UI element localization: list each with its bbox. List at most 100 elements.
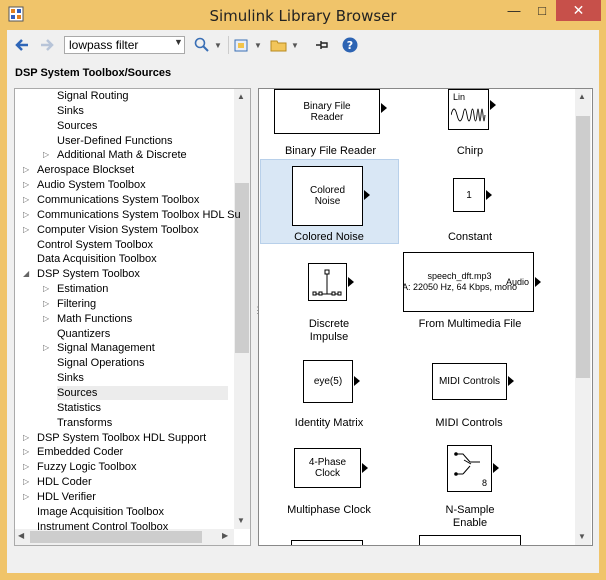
discrete-impulse-face xyxy=(308,263,347,301)
tree-item[interactable]: Sources xyxy=(57,386,229,400)
tree-item[interactable]: HDL Verifier xyxy=(37,490,96,504)
multiphase-clock-face-text: 4-Phase Clock xyxy=(308,457,347,479)
expand-triangle-icon[interactable]: ▷ xyxy=(23,492,29,501)
tree-item[interactable]: Embedded Coder xyxy=(37,445,123,459)
title-bar[interactable]: Simulink Library Browser — □ ✕ xyxy=(0,0,606,30)
search-options-chevron-icon[interactable]: ▼ xyxy=(213,36,223,54)
tree-vertical-scrollbar[interactable]: ▲ ▼ xyxy=(234,89,250,529)
colored-noise-label: Colored Noise xyxy=(294,231,364,243)
expand-triangle-icon[interactable]: ▷ xyxy=(23,225,29,234)
tree-item[interactable]: Communications System Toolbox xyxy=(37,193,199,207)
back-arrow-icon[interactable] xyxy=(13,36,31,54)
tree-item[interactable]: Quantizers xyxy=(57,327,110,341)
tree-item[interactable]: Aerospace Blockset xyxy=(37,163,134,177)
pin-icon[interactable] xyxy=(313,36,331,54)
scroll-down-icon[interactable]: ▼ xyxy=(237,516,245,525)
forward-arrow-icon[interactable] xyxy=(38,36,56,54)
search-magnifier-icon[interactable] xyxy=(193,36,211,54)
tree-item[interactable]: Data Acquisition Toolbox xyxy=(37,252,157,266)
chirp-waveform-icon xyxy=(451,108,486,122)
scroll-left-icon[interactable]: ◀ xyxy=(18,531,24,540)
output-port-icon xyxy=(348,277,354,287)
search-input[interactable]: lowpass filter xyxy=(64,36,185,54)
tree-item[interactable]: Signal Management xyxy=(57,341,155,355)
search-dropdown-chevron-icon[interactable]: ▼ xyxy=(174,37,183,47)
identity-matrix-label: Identity Matrix xyxy=(294,417,364,429)
tree-item[interactable]: Additional Math & Discrete xyxy=(57,148,187,162)
tree-item[interactable]: Sinks xyxy=(57,371,84,385)
blocks-scroll-thumb[interactable] xyxy=(576,116,590,378)
output-port-icon xyxy=(486,190,492,200)
expand-triangle-icon[interactable]: ▷ xyxy=(23,180,29,189)
discrete-impulse-label: Discrete Impulse xyxy=(308,318,350,343)
close-button[interactable]: ✕ xyxy=(556,0,601,21)
new-model-icon[interactable] xyxy=(233,36,251,54)
binary-file-reader-face-text: Binary File Reader xyxy=(303,100,351,123)
scroll-right-icon[interactable]: ▶ xyxy=(222,531,228,540)
scroll-down-icon[interactable]: ▼ xyxy=(578,532,586,541)
expand-triangle-icon[interactable]: ▷ xyxy=(43,343,49,352)
scroll-up-icon[interactable]: ▲ xyxy=(578,92,586,101)
output-port-icon xyxy=(493,463,499,473)
audio-port-label: Audio xyxy=(505,277,529,287)
collapse-triangle-icon[interactable]: ◢ xyxy=(23,269,29,278)
expand-triangle-icon[interactable]: ▷ xyxy=(23,210,29,219)
output-port-icon xyxy=(362,463,368,473)
tree-item[interactable]: Transforms xyxy=(57,416,112,430)
help-icon[interactable]: ? xyxy=(341,36,359,54)
identity-matrix-face: eye(5) xyxy=(303,360,353,403)
tree-item[interactable]: Audio System Toolbox xyxy=(37,178,146,192)
library-tree[interactable]: ▲ ▼ ◀ ▶ Signal Routing Sinks Sources User-D… xyxy=(14,88,251,546)
tree-item[interactable]: Estimation xyxy=(57,282,108,296)
tree-item[interactable]: Fuzzy Logic Toolbox xyxy=(37,460,136,474)
colored-noise-face-text: Colored Noise xyxy=(309,185,346,207)
minimize-button[interactable]: — xyxy=(500,0,528,21)
tree-item[interactable]: DSP System Toolbox xyxy=(37,267,140,281)
expand-triangle-icon[interactable]: ▷ xyxy=(43,299,49,308)
tree-item[interactable]: Sinks xyxy=(57,104,84,118)
svg-text:?: ? xyxy=(347,39,353,52)
open-folder-icon[interactable] xyxy=(270,36,288,54)
scroll-up-icon[interactable]: ▲ xyxy=(237,92,245,101)
tree-item[interactable]: User-Defined Functions xyxy=(57,134,173,148)
chirp-label: Chirp xyxy=(456,145,484,157)
new-chevron-icon[interactable]: ▼ xyxy=(253,36,263,54)
expand-triangle-icon[interactable]: ▷ xyxy=(23,447,29,456)
toolbar: lowpass filter ▼ ▼ ▼ ▼ ? xyxy=(7,30,599,60)
maximize-button[interactable]: □ xyxy=(528,0,556,21)
tree-item[interactable]: Signal Operations xyxy=(57,356,144,370)
tree-item[interactable]: Filtering xyxy=(57,297,96,311)
expand-triangle-icon[interactable]: ▷ xyxy=(43,284,49,293)
switch-enable-icon xyxy=(454,452,480,476)
chirp-face: Lin xyxy=(448,89,489,130)
tree-item[interactable]: Control System Toolbox xyxy=(37,238,153,252)
output-port-icon xyxy=(364,190,370,200)
next-block-partial[interactable] xyxy=(291,540,363,545)
tree-item[interactable]: HDL Coder xyxy=(37,475,92,489)
constant-face: 1 xyxy=(453,178,485,212)
from-multimedia-file-face: speech_dft.mp3 A: 22050 Hz, 64 Kbps, mon… xyxy=(403,252,534,312)
open-chevron-icon[interactable]: ▼ xyxy=(290,36,300,54)
tree-item[interactable]: Signal Routing xyxy=(57,89,129,103)
expand-triangle-icon[interactable]: ▷ xyxy=(23,433,29,442)
tree-item[interactable]: Instrument Control Toolbox xyxy=(37,520,168,534)
impulse-stem-icon xyxy=(312,269,342,296)
expand-triangle-icon[interactable]: ▷ xyxy=(43,314,49,323)
n-sample-enable-face: 8 xyxy=(447,445,492,492)
tree-item[interactable]: Sources xyxy=(57,119,97,133)
tree-item[interactable]: Computer Vision System Toolbox xyxy=(37,223,199,237)
next-block-partial-2[interactable] xyxy=(419,535,521,545)
expand-triangle-icon[interactable]: ▷ xyxy=(23,462,29,471)
expand-triangle-icon[interactable]: ▷ xyxy=(23,477,29,486)
tree-item[interactable]: Statistics xyxy=(57,401,101,415)
tree-item[interactable]: Math Functions xyxy=(57,312,132,326)
tree-item[interactable]: Image Acquisition Toolbox xyxy=(37,505,164,519)
tree-item[interactable]: DSP System Toolbox HDL Support xyxy=(37,431,206,445)
expand-triangle-icon[interactable]: ▷ xyxy=(23,165,29,174)
blocks-vertical-scrollbar[interactable]: ▲ ▼ xyxy=(575,89,591,545)
tree-item[interactable]: Communications System Toolbox HDL Su xyxy=(37,208,241,222)
n-sample-enable-label: N-Sample Enable xyxy=(445,504,495,529)
expand-triangle-icon[interactable]: ▷ xyxy=(43,150,49,159)
expand-triangle-icon[interactable]: ▷ xyxy=(23,195,29,204)
output-port-icon xyxy=(490,100,496,110)
